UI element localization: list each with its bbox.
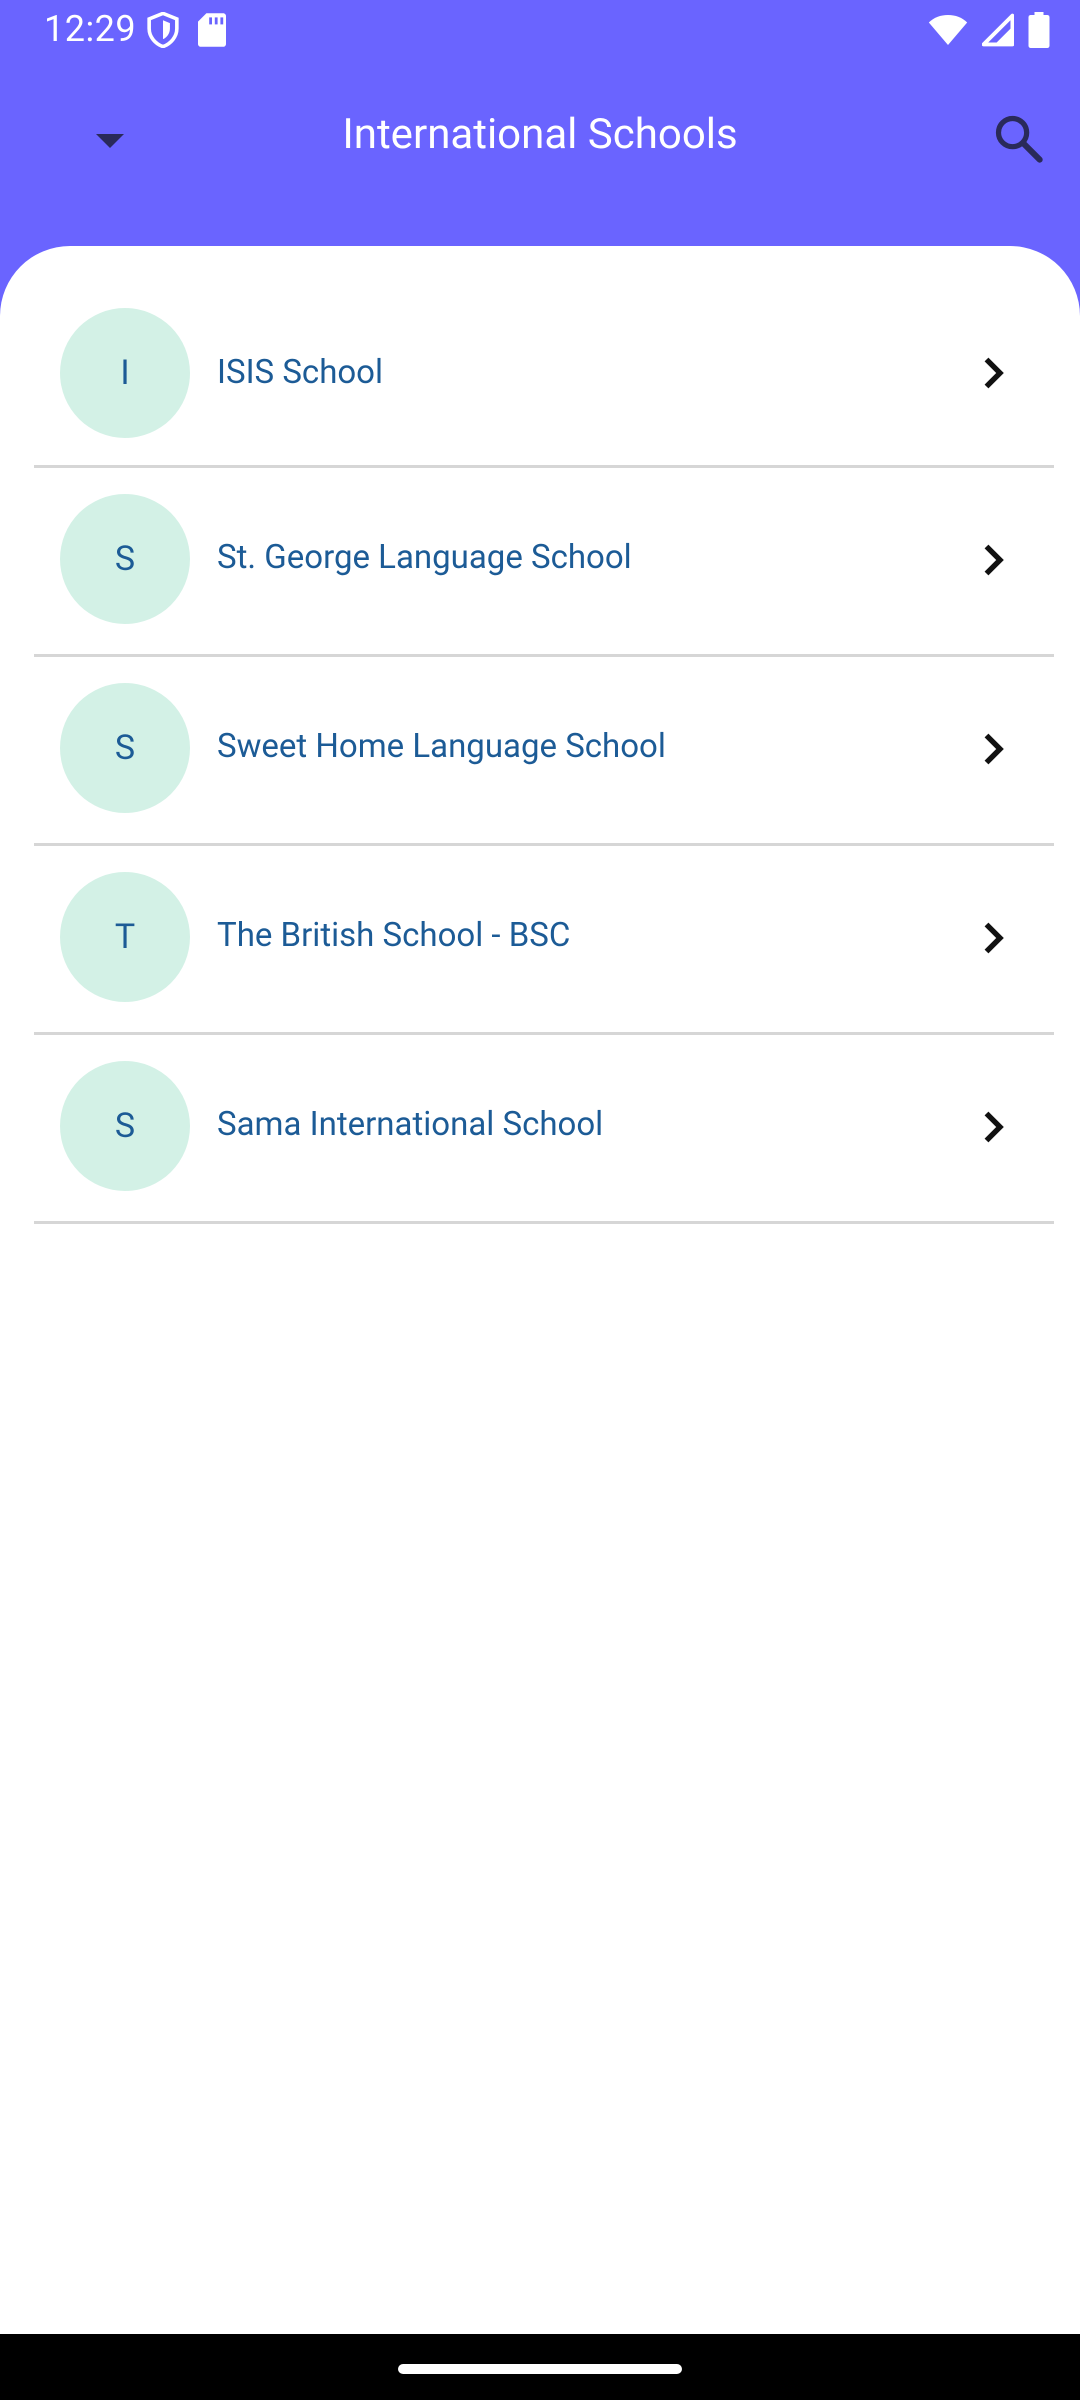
home-gesture-handle[interactable]	[398, 2364, 682, 2374]
cellular-signal-icon	[981, 13, 1015, 51]
search-icon	[992, 112, 1044, 168]
navigation-bar	[0, 2334, 1080, 2400]
chevron-right-icon	[974, 729, 1014, 769]
avatar: S	[60, 1061, 190, 1191]
avatar: I	[60, 308, 190, 438]
list-item[interactable]: I ISIS School	[34, 246, 1054, 468]
list-item[interactable]: T The British School - BSC	[34, 846, 1054, 1035]
chevron-right-icon	[974, 918, 1014, 958]
avatar: S	[60, 683, 190, 813]
battery-icon	[1028, 12, 1050, 52]
status-time: 12:29	[44, 8, 137, 50]
school-name: ISIS School	[217, 353, 384, 392]
wifi-icon	[928, 13, 968, 51]
avatar: S	[60, 494, 190, 624]
app-bar: International Schools	[0, 64, 1080, 212]
chevron-right-icon	[974, 1107, 1014, 1147]
chevron-right-icon	[974, 540, 1014, 580]
chevron-right-icon	[974, 353, 1014, 393]
list-item[interactable]: S Sama International School	[34, 1035, 1054, 1224]
school-name: Sama International School	[217, 1105, 604, 1144]
content-sheet: I ISIS School S St. George Language Scho…	[0, 246, 1080, 2334]
sd-card-icon	[198, 13, 226, 51]
school-name: The British School - BSC	[217, 916, 571, 955]
school-list: I ISIS School S St. George Language Scho…	[34, 246, 1054, 1224]
list-item[interactable]: S St. George Language School	[34, 468, 1054, 657]
search-button[interactable]	[982, 104, 1054, 176]
school-name: Sweet Home Language School	[217, 727, 666, 766]
school-name: St. George Language School	[217, 538, 632, 577]
shield-icon	[146, 11, 180, 52]
status-bar: 12:29	[0, 0, 1080, 64]
avatar: T	[60, 872, 190, 1002]
page-title: International Schools	[342, 110, 738, 159]
list-item[interactable]: S Sweet Home Language School	[34, 657, 1054, 846]
